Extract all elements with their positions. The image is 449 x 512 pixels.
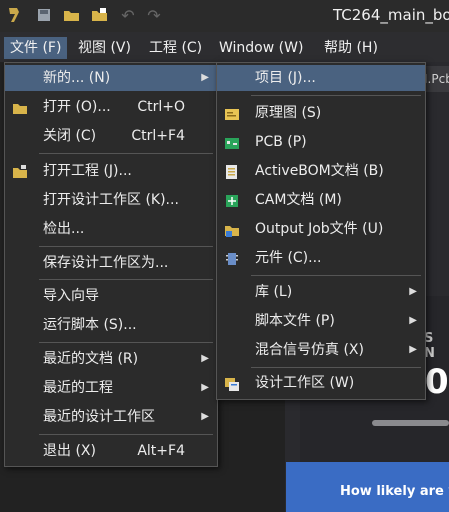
menu-item-label: CAM文档 (M) (255, 192, 342, 208)
workspace-icon (224, 375, 240, 391)
folder-open-icon (12, 99, 28, 115)
menu-item-label: 关闭 (C) (43, 128, 97, 144)
menu-item-label: PCB (P) (255, 134, 307, 150)
menu-item-label: 项目 (J)... (255, 70, 316, 86)
submenu-item-design-workspace[interactable]: 设计工作区 (W) (217, 370, 425, 396)
menu-item-label: ActiveBOM文档 (B) (255, 163, 384, 179)
menu-item-label: 脚本文件 (P) (255, 313, 335, 329)
menu-item-open-project[interactable]: 打开工程 (J)... (5, 158, 217, 184)
submenu-item-library[interactable]: 库 (L) ▶ (217, 279, 425, 305)
menu-item-shortcut: Alt+F4 (137, 443, 185, 459)
menu-item-import-wizard[interactable]: 导入向导 (5, 283, 217, 309)
menu-item-recent-documents[interactable]: 最近的文档 (R) ▶ (5, 346, 217, 372)
menu-item-label: 设计工作区 (W) (255, 375, 355, 391)
menu-item-label: 最近的文档 (R) (43, 351, 139, 367)
menu-item-label: 导入向导 (43, 288, 99, 304)
menu-view[interactable]: 视图 (V) (72, 37, 137, 59)
submenu-arrow-icon: ▶ (201, 382, 209, 393)
cam-icon (224, 192, 240, 208)
file-menu: 新的... (N) ▶ 打开 (O)... Ctrl+O 关闭 (C) Ctrl… (4, 62, 218, 467)
submenu-item-activebom[interactable]: ActiveBOM文档 (B) (217, 158, 425, 184)
open-folder-icon[interactable] (62, 5, 82, 25)
menu-item-checkout[interactable]: 检出... (5, 216, 217, 242)
submenu-arrow-icon: ▶ (201, 72, 209, 83)
submenu-item-schematic[interactable]: 原理图 (S) (217, 100, 425, 126)
menu-item-shortcut: Ctrl+O (137, 99, 185, 115)
survey-slider[interactable] (372, 420, 449, 426)
menu-help[interactable]: 帮助 (H) (318, 37, 384, 59)
submenu-arrow-icon: ▶ (409, 344, 417, 355)
submenu-item-script-file[interactable]: 脚本文件 (P) ▶ (217, 308, 425, 334)
menu-item-label: 保存设计工作区为... (43, 255, 169, 271)
output-job-icon (224, 221, 240, 237)
menu-item-new[interactable]: 新的... (N) ▶ (5, 65, 217, 91)
window-title: TC264_main_boa (333, 6, 449, 24)
menu-file[interactable]: 文件 (F) (4, 37, 68, 59)
schematic-icon (224, 105, 240, 121)
app-logo-icon (4, 5, 24, 25)
menu-item-label: 元件 (C)... (255, 250, 322, 266)
menu-item-label: 原理图 (S) (255, 105, 322, 121)
folder-open-icon (12, 163, 28, 179)
open-project-icon[interactable] (90, 5, 110, 25)
menu-bar: 文件 (F) 视图 (V) 工程 (C) Window (W) 帮助 (H) (0, 32, 449, 62)
menu-item-label: 打开设计工作区 (K)... (43, 192, 179, 208)
submenu-item-component[interactable]: 元件 (C)... (217, 245, 425, 271)
menu-window[interactable]: Window (W) (213, 37, 309, 59)
menu-item-open[interactable]: 打开 (O)... Ctrl+O (5, 94, 217, 120)
submenu-arrow-icon: ▶ (409, 286, 417, 297)
submenu-arrow-icon: ▶ (201, 353, 209, 364)
save-all-icon[interactable] (34, 5, 54, 25)
submenu-item-output-job[interactable]: Output Job文件 (U) (217, 216, 425, 242)
menu-item-exit[interactable]: 退出 (X) Alt+F4 (5, 438, 217, 464)
menu-item-recent-workspaces[interactable]: 最近的设计工作区 ▶ (5, 404, 217, 430)
undo-icon[interactable]: ↶ (118, 5, 138, 25)
survey-letters: S N (424, 331, 438, 361)
component-icon (224, 250, 240, 266)
menu-item-save-workspace-as[interactable]: 保存设计工作区为... (5, 250, 217, 276)
menu-item-shortcut: Ctrl+F4 (131, 128, 185, 144)
menu-item-label: 打开工程 (J)... (43, 163, 132, 179)
menu-item-recent-projects[interactable]: 最近的工程 ▶ (5, 375, 217, 401)
menu-item-open-workspace[interactable]: 打开设计工作区 (K)... (5, 187, 217, 213)
menu-item-close[interactable]: 关闭 (C) Ctrl+F4 (5, 123, 217, 149)
submenu-item-pcb[interactable]: PCB (P) (217, 129, 425, 155)
survey-question: How likely are yo (340, 484, 449, 499)
title-bar: ↶ ↷ TC264_main_boa (0, 0, 449, 32)
menu-item-label: Output Job文件 (U) (255, 221, 384, 237)
new-submenu: 项目 (J)... 原理图 (S) PCB (P) ActiveBOM文档 (B… (216, 62, 426, 400)
bom-icon (224, 163, 240, 179)
menu-item-label: 退出 (X) (43, 443, 96, 459)
submenu-arrow-icon: ▶ (201, 411, 209, 422)
menu-item-label: 最近的设计工作区 (43, 409, 155, 425)
menu-item-run-script[interactable]: 运行脚本 (S)... (5, 312, 217, 338)
menu-project[interactable]: 工程 (C) (143, 37, 208, 59)
menu-item-label: 打开 (O)... (43, 99, 111, 115)
submenu-item-mixed-signal-sim[interactable]: 混合信号仿真 (X) ▶ (217, 337, 425, 363)
submenu-arrow-icon: ▶ (409, 315, 417, 326)
pcb-icon (224, 134, 240, 150)
submenu-item-cam[interactable]: CAM文档 (M) (217, 187, 425, 213)
redo-icon[interactable]: ↷ (144, 5, 164, 25)
menu-item-label: 最近的工程 (43, 380, 113, 396)
menu-item-label: 库 (L) (255, 284, 293, 300)
menu-item-label: 运行脚本 (S)... (43, 317, 137, 333)
menu-item-label: 混合信号仿真 (X) (255, 342, 364, 358)
menu-item-label: 检出... (43, 221, 85, 237)
submenu-item-project[interactable]: 项目 (J)... (217, 65, 425, 91)
survey-score: 0 (425, 362, 449, 402)
menu-item-label: 新的... (N) (43, 70, 111, 86)
